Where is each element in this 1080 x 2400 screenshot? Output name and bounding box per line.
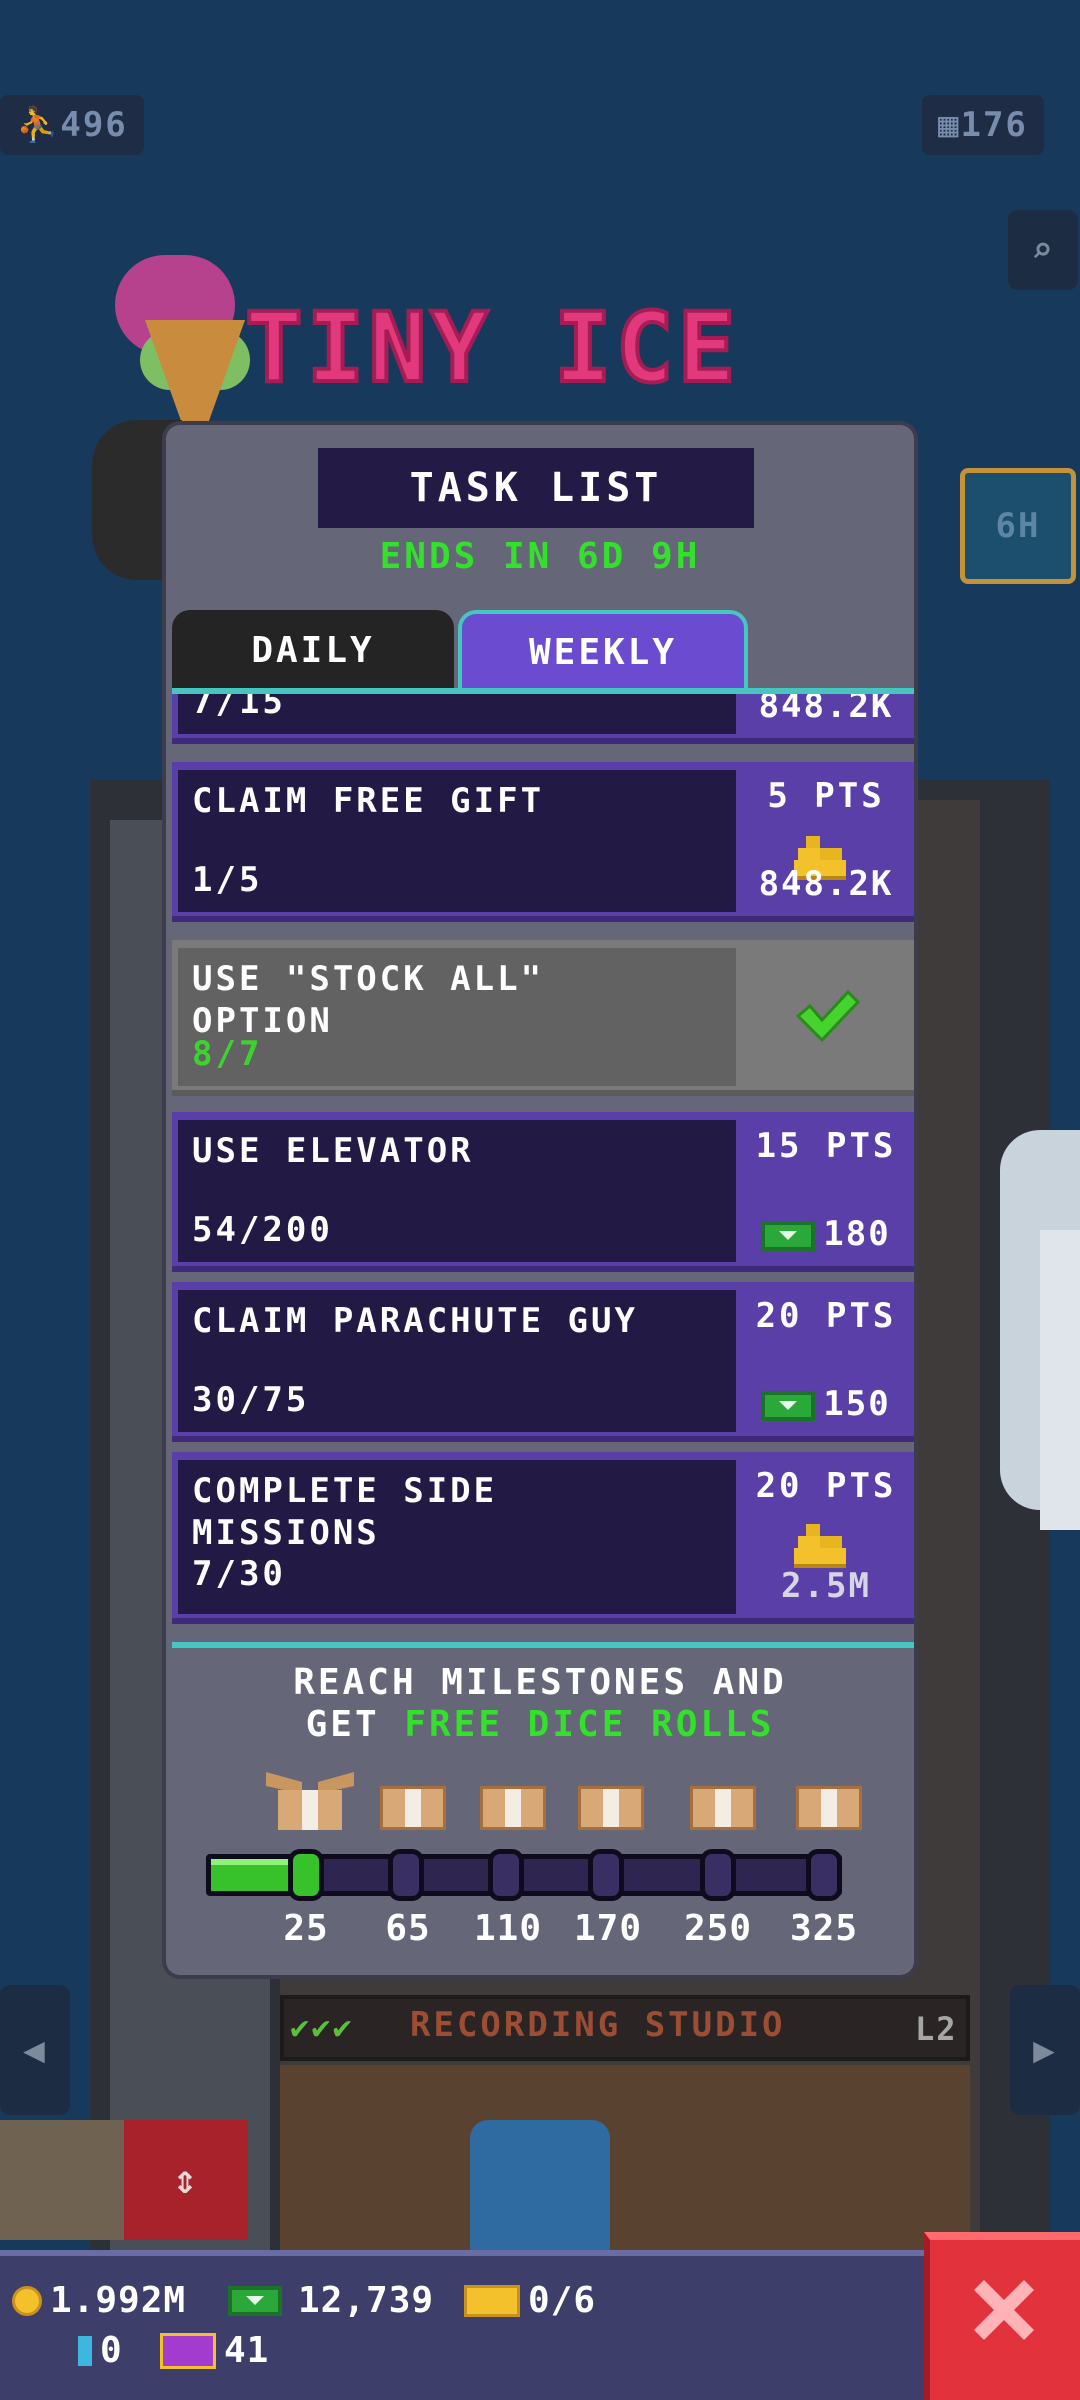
search-button[interactable]: ⌕ [1008,210,1078,290]
home-right-button[interactable]: ▶ [1010,1985,1080,2115]
task-progress: 54/200 [192,1210,333,1250]
milestone-node [288,1849,324,1901]
open-box-icon [266,1772,354,1830]
task-progress: 7/15 [192,694,286,722]
gem-icon [78,2335,92,2366]
milestone-caption: REACH MILESTONES AND GET FREE DICE ROLLS [293,1662,787,1745]
milestone-value: 170 [573,1908,643,1949]
checkmark-icon [795,989,861,1043]
ends-in-timer: ENDS IN 6D 9H [379,536,701,577]
floor-level: L2 [915,2010,958,2048]
task-row: CLAIM PARACHUTE GUY 30/75 20 PTS 150 [172,1282,914,1442]
tickets-display: 0/6 [464,2280,596,2321]
milestone-node [588,1849,624,1901]
milestone-node [388,1849,424,1901]
cash-display: 12,739 [228,2280,434,2321]
task-name: COMPLETE SIDE MISSIONS [192,1471,498,1553]
task-reward: 848.2K [758,864,894,904]
cash-icon [228,2285,282,2316]
arrow-right-icon: ▶ [1033,2029,1057,2071]
task-row: CLAIM FREE GIFT 1/5 5 PTS 848.2K [172,762,914,922]
task-points: 15 PTS [755,1126,897,1166]
task-name: USE "STOCK ALL" OPTION [192,959,545,1041]
ticket-icon [464,2284,520,2317]
dice-icon [160,2332,216,2369]
person-icon: ⛹ [16,105,61,145]
updown-arrows-icon: ⇕ [172,2157,200,2203]
floor-room [280,2065,970,2255]
coin-stack-icon [794,1524,846,1568]
cash-icon [761,1390,816,1421]
building-icon: ▦ [938,105,961,145]
task-description-panel: 7/15 [178,694,736,734]
magnifier-icon: ⌕ [1031,229,1055,271]
list-divider [172,1642,914,1648]
milestone-box-icon[interactable] [480,1786,546,1830]
milestone-node [806,1849,842,1901]
milestone-value: 65 [385,1908,431,1949]
close-button[interactable] [924,2232,1080,2400]
task-row: COMPLETE SIDE MISSIONS 7/30 20 PTS 2.5M [172,1452,914,1624]
task-points: 5 PTS [767,776,885,816]
cloud-decoration [1040,1230,1080,1530]
storage-button[interactable] [0,2120,124,2240]
gems-display: 0 [78,2330,123,2371]
task-reward: 150 [738,1384,914,1424]
milestone-value: 110 [473,1908,543,1949]
task-progress: 30/75 [192,1380,310,1420]
floor-counter[interactable]: ▦176 [922,95,1044,155]
task-name: CLAIM PARACHUTE GUY [192,1301,638,1341]
milestone-value: 325 [789,1908,859,1949]
game-logo: TINY ICE [243,292,740,404]
dice-display: 41 [160,2330,269,2371]
task-description-panel: CLAIM FREE GIFT 1/5 [178,770,736,912]
milestone-value: 250 [683,1908,753,1949]
task-description-panel: USE "STOCK ALL" OPTION 8/7 [178,948,736,1086]
milestone-node [700,1849,736,1901]
milestone-box-icon[interactable] [380,1786,446,1830]
tab-weekly[interactable]: WEEKLY [458,610,748,690]
milestone-box-icon[interactable] [578,1786,644,1830]
milestone-node [488,1849,524,1901]
coin-icon [12,2285,42,2316]
task-reward: 180 [738,1214,914,1254]
milestone-box-icon[interactable] [796,1786,862,1830]
task-name: CLAIM FREE GIFT [192,781,545,821]
population-counter[interactable]: ⛹496 [0,95,144,155]
task-row: USE ELEVATOR 54/200 15 PTS 180 [172,1112,914,1272]
close-icon [974,2280,1034,2340]
arrow-left-icon: ◀ [23,2029,47,2071]
task-reward: 848.2K [758,694,894,726]
task-progress: 1/5 [192,860,263,900]
floor-checks: ✔✔✔ [290,2008,354,2046]
task-points: 20 PTS [755,1466,897,1506]
coins-display: 1.992M [12,2280,186,2321]
task-reward: 2.5M [781,1566,871,1606]
task-progress: 7/30 [192,1554,286,1594]
milestone-value: 25 [283,1908,329,1949]
milestone-box-icon[interactable] [690,1786,756,1830]
modal-title: TASK LIST [318,448,754,528]
task-points: 20 PTS [755,1296,897,1336]
task-progress: 8/7 [192,1034,263,1074]
resource-bar [0,2250,1080,2400]
elevator-left-button[interactable]: ◀ [0,1985,70,2115]
task-row-completed: USE "STOCK ALL" OPTION 8/7 [172,940,914,1096]
task-description-panel: COMPLETE SIDE MISSIONS 7/30 [178,1460,736,1614]
tab-daily[interactable]: DAILY [172,610,454,690]
task-name: USE ELEVATOR [192,1131,474,1171]
task-list[interactable]: 7/15 848.2K CLAIM FREE GIFT 1/5 5 PTS 84… [172,694,914,1642]
elevator-updown-button[interactable]: ⇕ [124,2120,248,2240]
cash-icon [761,1220,816,1251]
task-description-panel: USE ELEVATOR 54/200 [178,1120,736,1262]
elevator-down-icon [470,2120,610,2260]
task-row: 7/15 848.2K [172,694,914,744]
event-timer-button[interactable]: 6H [960,468,1076,584]
task-description-panel: CLAIM PARACHUTE GUY 30/75 [178,1290,736,1432]
floor-name: RECORDING STUDIO [410,2005,786,2045]
